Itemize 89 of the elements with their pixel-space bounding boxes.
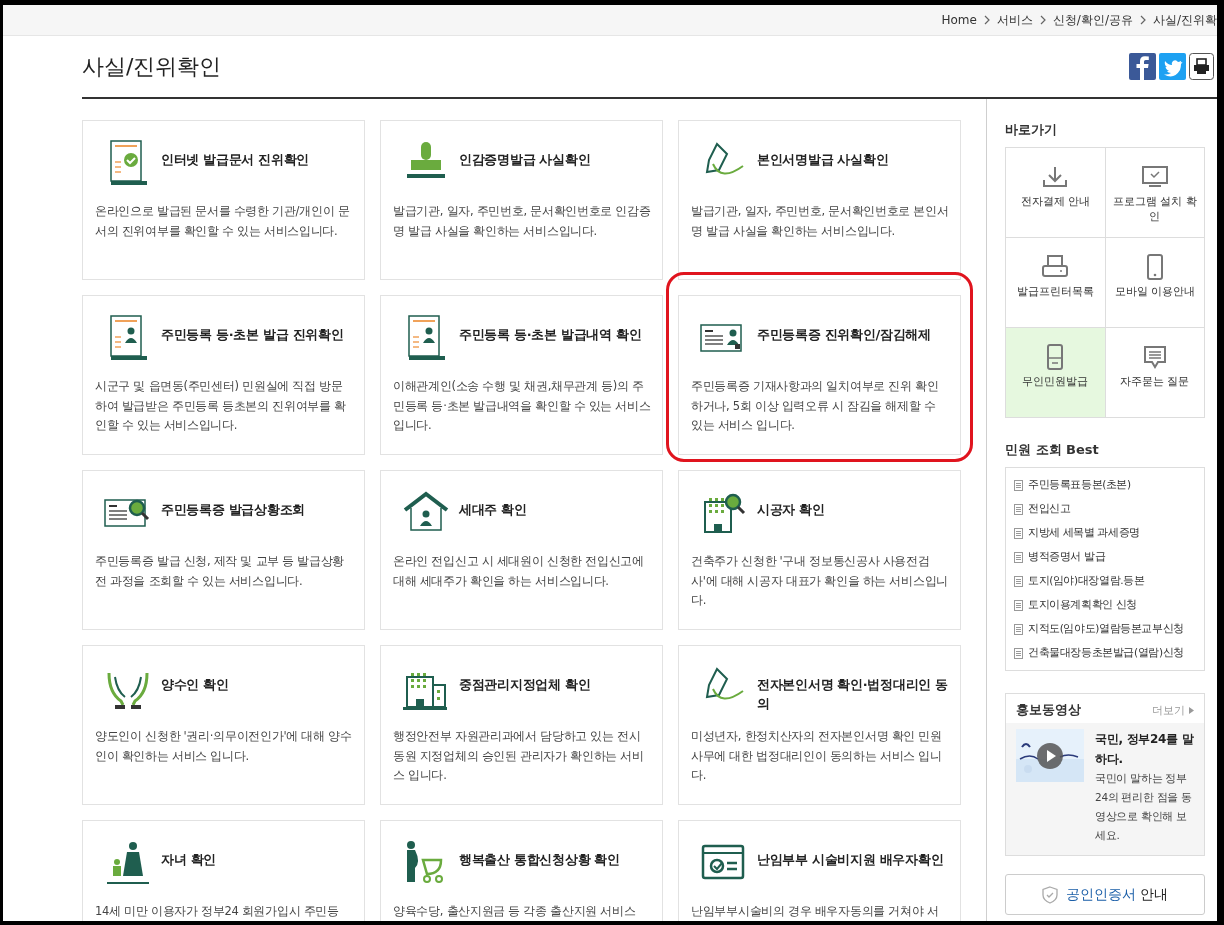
play-icon[interactable] [1037,743,1063,769]
download-icon [1041,164,1070,190]
card-description: 이해관계인(소송 수행 및 채권,채무관계 등)의 주민등록 등·초본 발급내역을 확인할 수 있는 서비스입니다. [393,378,652,434]
card-title: 주민등록 등·초본 발급내역 확인 [459,326,642,344]
service-card[interactable]: 주민등록 등·초본 발급내역 확인 이해관계인(소송 수행 및 채권,채무관계 등)의 주민등록 등·초본 발급내역을 확인할 수 있는 서비스입니다. [380,295,663,455]
breadcrumb-link[interactable]: 사실/진위확 [1152,11,1217,29]
service-card[interactable]: 인터넷 발급문서 진위확인 온라인으로 발급된 문서를 수령한 기관/개인이 문서의 진위여부를 확인할 수 있는 서비스입니다. [82,120,365,280]
card-description: 행정안전부 자원관리과에서 담당하고 있는 전시동원 지정업체의 승인된 관리자가 확인하는 서비스 입니다. [393,728,645,784]
card-title: 전자본인서명 확인·법정대리인 동의 [757,676,949,713]
certificate-guide-button[interactable]: 공인인증서 안내 [1005,874,1205,915]
quick-link[interactable]: 무인민원발급 [1006,328,1106,418]
breadcrumb-link[interactable]: Home [941,13,977,27]
card-description: 건축주가 신청한 '구내 정보통신공사 사용전검사'에 대해 시공자 대표가 확인을 하는 서비스입니다. [691,553,949,609]
card-description: 미성년자, 한정치산자의 전자본인서명 확인 민원사무에 대한 법정대리인이 동의하는 서비스 입니다. [691,728,943,784]
document-icon [1014,479,1023,491]
card-title: 난임부부 시술비지원 배우자확인 [757,851,944,869]
card-description: 발급기관, 일자, 주민번호, 문서확인번호로 인감증명 발급 사실을 확인하는 서비스입니다. [393,203,652,240]
service-card[interactable]: 주민등록증 발급상황조회 주민등록증 발급 신청, 제작 및 교부 등 발급상황 전 과정을 조회할 수 있는 서비스입니다. [82,470,365,630]
card-title: 주민등록증 진위확인/잠김해제 [757,326,931,344]
card-title: 인감증명발급 사실확인 [459,151,591,169]
list-link[interactable]: 건축물대장등초본발급(열람)신청 [1028,646,1184,660]
card-title: 주민등록증 발급상황조회 [161,501,305,519]
card-title: 세대주 확인 [459,501,527,519]
card-title: 양수인 확인 [161,676,229,694]
facebook-icon[interactable] [1129,53,1156,80]
card-title: 자녀 확인 [161,851,217,869]
card-title: 인터넷 발급문서 진위확인 [161,151,310,169]
list-link[interactable]: 지방세 세목별 과세증명 [1028,526,1140,540]
breadcrumb-link[interactable]: 신청/확인/공유 [1052,11,1133,29]
card-description: 난임부부시술비의 경우 배우자동의를 거쳐야 서 [691,903,940,920]
card-title: 본인서명발급 사실확인 [757,151,889,169]
service-card[interactable]: 양수인 확인 양도인이 신청한 '권리·의무이전인가'에 대해 양수인이 확인하는 서비스 입니다. [82,645,365,805]
printer-icon [1041,254,1070,280]
quick-link[interactable]: 발급프린터목록 [1006,238,1106,328]
service-card[interactable]: 세대주 확인 온라인 전입신고 시 세대원이 신청한 전입신고에 대해 세대주가 확인을 하는 서비스입니다. [380,470,663,630]
quick-link[interactable]: 프로그램 설치 확인 [1105,148,1205,238]
card-description: 14세 미만 이용자가 정부24 회원가입시 주민등 [95,903,340,920]
card-description: 발급기관, 일자, 주민번호, 문서확인번호로 본인서명 발급 사실을 확인하는 서비스입니다. [691,203,950,240]
page-title: 사실/진위확인 [82,52,222,81]
service-card[interactable]: 인감증명발급 사실확인 발급기관, 일자, 주민번호, 문서확인번호로 인감증명 발급 사실을 확인하는 서비스입니다. [380,120,663,280]
card-title: 중점관리지정업체 확인 [459,676,591,694]
caret-icon [1189,706,1194,714]
shield-icon [1041,885,1058,904]
print-icon[interactable] [1189,53,1214,80]
card-description: 주민등록증 기재사항과의 일치여부로 진위 확인하거나, 5회 이상 입력오류 시 잠김을 해제할 수 있는 서비스 입니다. [691,378,940,434]
service-card[interactable]: 행복출산 통합신청상황 확인 양육수당, 출산지원금 등 각종 출산지원 서비스 [380,820,663,921]
service-card[interactable]: 주민등록증 진위확인/잠김해제 주민등록증 기재사항과의 일치여부로 진위 확인하거나, 5회 이상 입력오류 시 잠김을 해제할 수 있는 서비스 입니다. [678,295,961,455]
service-card[interactable]: 본인서명발급 사실확인 발급기관, 일자, 주민번호, 문서확인번호로 본인서명 발급 사실을 확인하는 서비스입니다. [678,120,961,280]
chevron-icon [1039,15,1046,25]
section-title: 민원 조회 Best [1005,441,1100,459]
quick-link[interactable]: 모바일 이용안내 [1105,238,1205,328]
monitor-check-icon [1140,164,1169,190]
card-title: 시공자 확인 [757,501,825,519]
card-description: 시군구 및 읍면동(주민센터) 민원실에 직접 방문하여 발급받은 주민등록 등초본의 진위여부를 확인할 수 있는 서비스입니다. [95,378,347,434]
document-icon [1014,575,1023,587]
card-description: 양육수당, 출산지원금 등 각종 출산지원 서비스 [393,903,637,920]
document-icon [1014,551,1023,563]
service-card[interactable]: 전자본인서명 확인·법정대리인 동의 미성년자, 한정치산자의 전자본인서명 확인 민원사무에 대한 법정대리인이 동의하는 서비스 입니다. [678,645,961,805]
breadcrumb-link[interactable]: 서비스 [996,11,1033,29]
card-title: 행복출산 통합신청상황 확인 [459,851,620,869]
service-card[interactable]: 주민등록 등·초본 발급 진위확인 시군구 및 읍면동(주민센터) 민원실에 직접 방문하여 발급받은 주민등록 등초본의 진위여부를 확인할 수 있는 서비스입니다. [82,295,365,455]
quick-link[interactable]: 자주묻는 질문 [1105,328,1205,418]
document-icon [1014,623,1023,635]
service-card[interactable]: 난임부부 시술비지원 배우자확인 난임부부시술비의 경우 배우자동의를 거쳐야 서 [678,820,961,921]
card-title: 주민등록 등·초본 발급 진위확인 [161,326,344,344]
service-card[interactable]: 중점관리지정업체 확인 행정안전부 자원관리과에서 담당하고 있는 전시동원 지정업체의 승인된 관리자가 확인하는 서비스 입니다. [380,645,663,805]
card-description: 온라인 전입신고 시 세대원이 신청한 전입신고에 대해 세대주가 확인을 하는 서비스입니다. [393,553,645,590]
document-icon [1014,599,1023,611]
list-link[interactable]: 토지(임야)대장열람.등본 [1028,574,1145,588]
document-icon [1014,527,1023,539]
list-link[interactable]: 병적증명서 발급 [1028,550,1106,564]
panel-title: 홍보동영상 [1016,701,1081,719]
document-icon [1014,647,1023,659]
chevron-icon [983,15,990,25]
service-card[interactable]: 시공자 확인 건축주가 신청한 '구내 정보통신공사 사용전검사'에 대해 시공자 대표가 확인을 하는 서비스입니다. [678,470,961,630]
card-description: 온라인으로 발급된 문서를 수령한 기관/개인이 문서의 진위여부를 확인할 수 있는 서비스입니다. [95,203,351,240]
list-link[interactable]: 지적도(임야도)열람등본교부신청 [1028,622,1184,636]
document-icon [1014,503,1023,515]
list-link[interactable]: 토지이용계획확인 신청 [1028,598,1137,612]
video-headline[interactable]: 국민, 정부24를 말하다. [1095,729,1196,769]
list-link[interactable]: 전입신고 [1028,502,1071,516]
service-card[interactable]: 자녀 확인 14세 미만 이용자가 정부24 회원가입시 주민등 [82,820,365,921]
quick-link[interactable]: 전자결제 안내 [1006,148,1106,238]
video-description: 국민이 말하는 정부24의 편리한 점을 동영상으로 확인해 보세요. [1095,771,1193,843]
chevron-icon [1139,15,1146,25]
card-description: 주민등록증 발급 신청, 제작 및 교부 등 발급상황 전 과정을 조회할 수 있는 서비스입니다. [95,553,346,590]
list-link[interactable]: 주민등록표등본(초본) [1028,478,1131,492]
section-title: 바로가기 [1005,121,1058,139]
card-description: 양도인이 신청한 '권리·의무이전인가'에 대해 양수인이 확인하는 서비스 입니다. [95,728,353,765]
